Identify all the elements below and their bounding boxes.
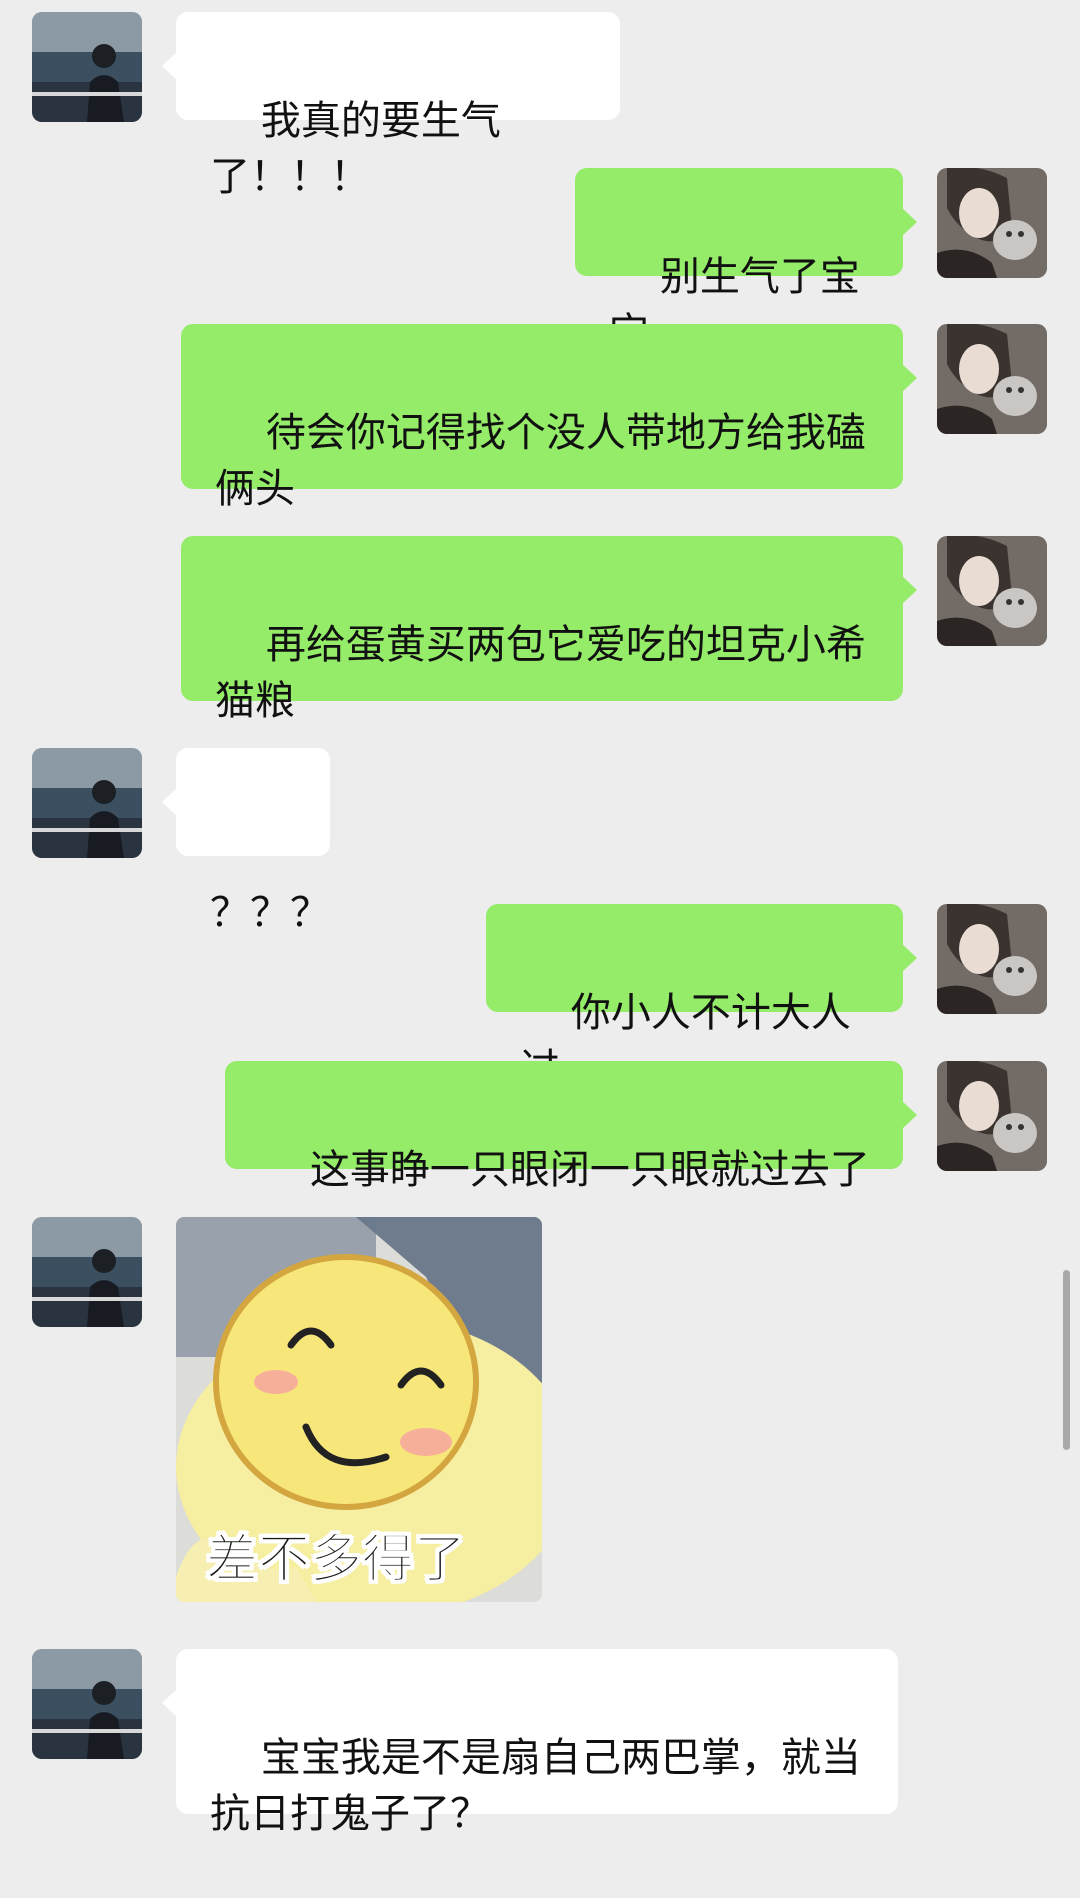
chat-view: 我真的要生气了！！！ 别生气了宝宝 待会你记得找个没人带地方给我磕俩头: [0, 0, 1080, 1837]
message-bubble[interactable]: 宝宝我是不是扇自己两巴掌，就当抗日打鬼子了？: [162, 1649, 898, 1837]
message-bubble[interactable]: 别生气了宝宝: [575, 168, 917, 356]
message-text: ？？？: [210, 890, 330, 936]
sticker-caption: 差不多得了: [205, 1530, 467, 1591]
message-text: 再给蛋黄买两包它爱吃的坦克小希猫粮: [215, 622, 866, 724]
contact-avatar[interactable]: [32, 1217, 142, 1327]
scrollbar[interactable]: [1063, 1270, 1070, 1450]
contact-avatar[interactable]: [32, 12, 142, 122]
message-bubble[interactable]: 你小人不计大人过: [486, 904, 917, 1092]
contact-avatar[interactable]: [32, 1649, 142, 1759]
man-at-sea-avatar-icon: [32, 12, 142, 122]
message-bubble[interactable]: ？？？: [162, 748, 330, 936]
message-text: 待会你记得找个没人带地方给我磕俩头: [215, 410, 866, 512]
self-avatar[interactable]: [937, 1061, 1047, 1171]
self-avatar[interactable]: [937, 168, 1047, 278]
message-bubble[interactable]: 再给蛋黄买两包它爱吃的坦克小希猫粮: [181, 536, 917, 724]
self-avatar[interactable]: [937, 536, 1047, 646]
message-bubble[interactable]: 待会你记得找个没人带地方给我磕俩头: [181, 324, 917, 512]
man-at-sea-avatar-icon: [32, 748, 142, 858]
contact-avatar[interactable]: [32, 748, 142, 858]
message-text: 宝宝我是不是扇自己两巴掌，就当抗日打鬼子了？: [210, 1735, 861, 1837]
girl-with-cat-avatar-icon: [937, 324, 1047, 434]
girl-with-cat-avatar-icon: [937, 168, 1047, 278]
self-avatar[interactable]: [937, 324, 1047, 434]
man-at-sea-avatar-icon: [32, 1217, 142, 1327]
message-text: 这事睁一只眼闭一只眼就过去了: [309, 1147, 870, 1193]
girl-with-cat-avatar-icon: [937, 904, 1047, 1014]
message-bubble[interactable]: 我真的要生气了！！！: [162, 12, 620, 200]
man-at-sea-avatar-icon: [32, 1649, 142, 1759]
girl-with-cat-avatar-icon: [937, 536, 1047, 646]
self-avatar[interactable]: [937, 904, 1047, 1014]
message-text: 我真的要生气了！！！: [210, 98, 501, 200]
girl-with-cat-avatar-icon: [937, 1061, 1047, 1171]
message-bubble[interactable]: 这事睁一只眼闭一只眼就过去了: [225, 1061, 917, 1193]
sticker-message[interactable]: 差不多得了: [176, 1217, 542, 1602]
